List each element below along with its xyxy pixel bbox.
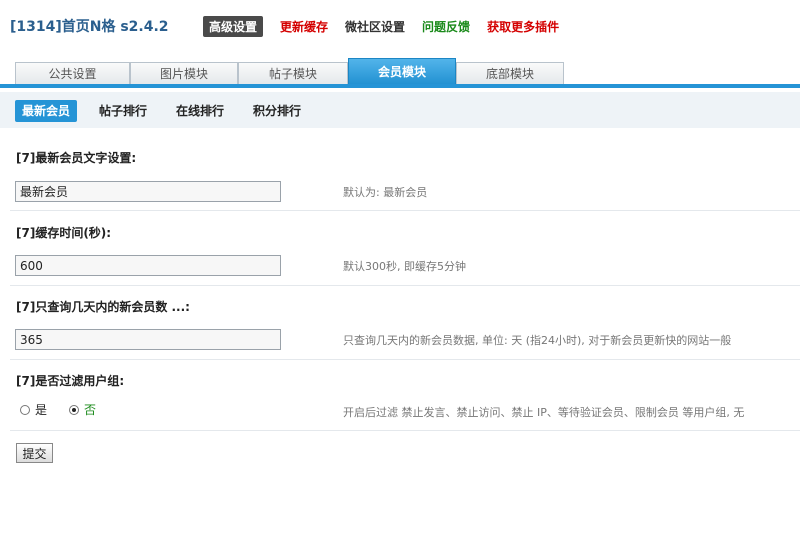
subtab-newest-members[interactable]: 最新会员 xyxy=(15,100,78,122)
nav-get-more-plugins[interactable]: 获取更多插件 xyxy=(487,18,559,35)
tab-member-module[interactable]: 会员模块 xyxy=(348,58,456,86)
field-hint-member-text: 默认为: 最新会员 xyxy=(343,186,428,199)
submit-button[interactable]: 提交 xyxy=(16,443,53,463)
app-title: [1314]首页N格 s2.4.2 xyxy=(10,19,169,35)
nav-feedback[interactable]: 问题反馈 xyxy=(422,18,470,35)
nav-advanced-settings[interactable]: 高级设置 xyxy=(203,16,264,37)
radio-no-label[interactable]: 否 xyxy=(84,401,96,418)
sub-tabs: 最新会员 帖子排行 在线排行 积分排行 xyxy=(0,92,800,128)
radio-yes[interactable] xyxy=(20,404,30,415)
divider xyxy=(10,285,800,286)
tab-bottom-module[interactable]: 底部模块 xyxy=(456,62,564,86)
field-hint-cache-time: 默认300秒, 即缓存5分钟 xyxy=(343,260,466,273)
divider xyxy=(10,359,800,360)
field-hint-filter-groups: 开启后过滤 禁止发言、禁止访问、禁止 IP、等待验证会员、限制会员 等用户组, … xyxy=(343,406,745,419)
tab-public-settings[interactable]: 公共设置 xyxy=(15,62,130,86)
top-nav: 高级设置 更新缓存 微社区设置 问题反馈 获取更多插件 xyxy=(203,16,576,37)
tab-post-module[interactable]: 帖子模块 xyxy=(238,62,348,86)
tab-underline xyxy=(0,84,800,88)
radio-no[interactable] xyxy=(69,404,80,415)
divider xyxy=(10,430,800,431)
tab-image-module[interactable]: 图片模块 xyxy=(130,62,238,86)
field-hint-query-days: 只查询几天内的新会员数据, 单位: 天 (指24小时), 对于新会员更新快的网站… xyxy=(343,334,732,347)
field-label-query-days: [7]只查询几天内的新会员数 ...: xyxy=(16,300,190,314)
field-label-member-text: [7]最新会员文字设置: xyxy=(16,151,137,165)
member-text-input[interactable] xyxy=(15,181,281,202)
nav-micro-community-settings[interactable]: 微社区设置 xyxy=(345,18,405,35)
subtab-online-ranking[interactable]: 在线排行 xyxy=(176,100,224,122)
nav-update-cache[interactable]: 更新缓存 xyxy=(280,18,328,35)
divider xyxy=(10,210,800,211)
field-label-filter-groups: [7]是否过滤用户组: xyxy=(16,374,125,388)
query-days-input[interactable] xyxy=(15,329,281,350)
filter-groups-radio-group: 是 否 xyxy=(20,401,118,418)
top-bar: [1314]首页N格 s2.4.2 高级设置 更新缓存 微社区设置 问题反馈 获… xyxy=(0,0,800,52)
subtab-post-ranking[interactable]: 帖子排行 xyxy=(99,100,147,122)
radio-yes-label[interactable]: 是 xyxy=(35,401,47,418)
subtab-points-ranking[interactable]: 积分排行 xyxy=(253,100,301,122)
field-label-cache-time: [7]缓存时间(秒): xyxy=(16,226,112,240)
cache-time-input[interactable] xyxy=(15,255,281,276)
